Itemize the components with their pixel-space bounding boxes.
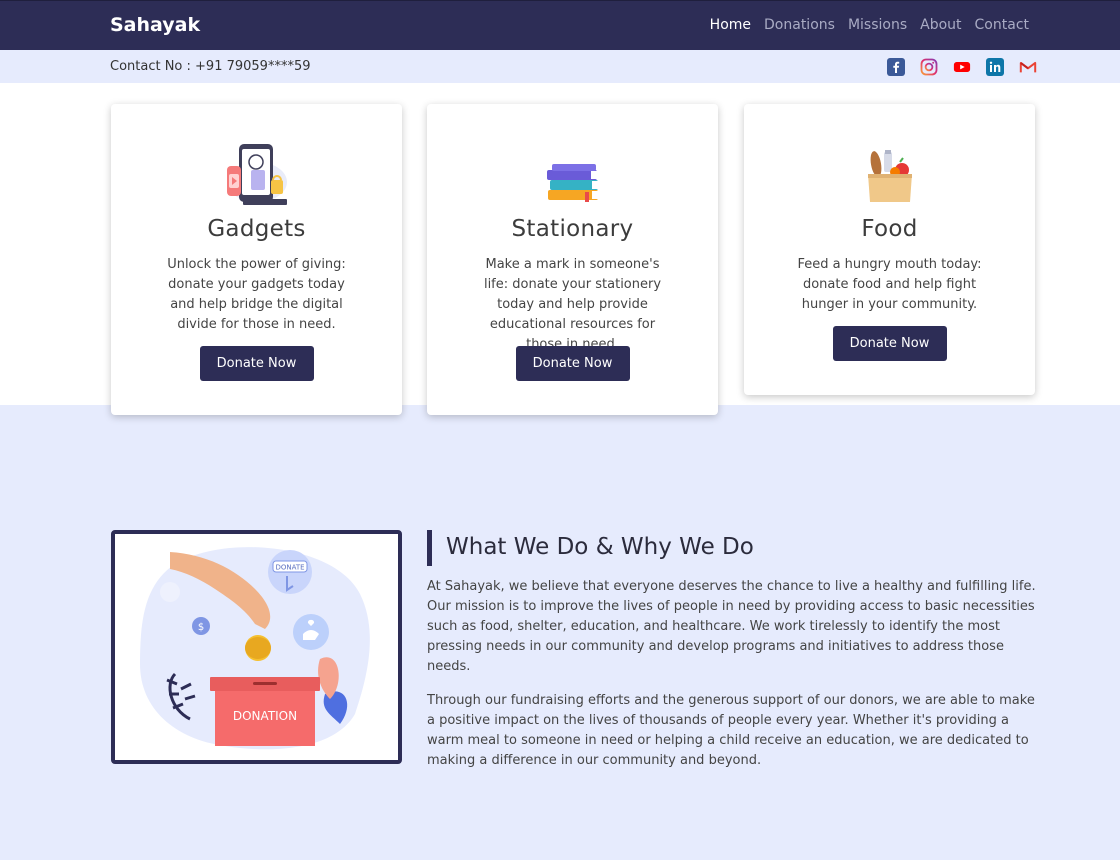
- card-gadgets: Gadgets Unlock the power of giving: dona…: [111, 104, 402, 415]
- nav-about[interactable]: About: [920, 17, 961, 33]
- heading-accent-bar: [427, 530, 432, 566]
- card-title: Gadgets: [207, 216, 306, 242]
- about-paragraph-2: Through our fundraising efforts and the …: [427, 693, 1035, 768]
- card-description: Make a mark in someone's life: donate yo…: [483, 257, 662, 352]
- navbar: Sahayak Home Donations Missions About Co…: [0, 0, 1120, 50]
- about-paragraph-1: At Sahayak, we believe that everyone des…: [427, 579, 1036, 674]
- youtube-icon[interactable]: [953, 58, 971, 76]
- donate-bubble-label: DONATE: [275, 564, 304, 572]
- card-title: Food: [861, 216, 918, 242]
- facebook-icon[interactable]: [887, 58, 905, 76]
- card-description: Feed a hungry mouth today: donate food a…: [797, 257, 982, 312]
- svg-text:$: $: [198, 622, 204, 633]
- card-stationary: Stationary Make a mark in someone's life…: [427, 104, 718, 415]
- donation-box-label: DONATION: [233, 709, 297, 723]
- card-food: Food Feed a hungry mouth today: donate f…: [744, 104, 1035, 395]
- linkedin-icon[interactable]: [986, 58, 1004, 76]
- nav-contact[interactable]: Contact: [975, 17, 1029, 33]
- books-icon: [544, 162, 602, 208]
- nav-home[interactable]: Home: [710, 17, 751, 33]
- donate-now-button[interactable]: Donate Now: [832, 326, 947, 361]
- grocery-bag-icon: [864, 148, 916, 208]
- nav-links: Home Donations Missions About Contact: [710, 17, 1029, 33]
- nav-missions[interactable]: Missions: [848, 17, 907, 33]
- card-description: Unlock the power of giving: donate your …: [167, 257, 346, 332]
- about-heading: What We Do & Why We Do: [446, 534, 754, 560]
- gmail-icon[interactable]: [1019, 58, 1037, 76]
- contact-bar: Contact No : +91 79059****59: [0, 50, 1120, 83]
- contact-number: Contact No : +91 79059****59: [110, 59, 311, 74]
- card-title: Stationary: [511, 216, 634, 242]
- social-links: [887, 58, 1037, 76]
- donate-now-button[interactable]: Donate Now: [515, 346, 630, 381]
- brand-logo[interactable]: Sahayak: [110, 14, 200, 36]
- gadgets-icon: [223, 142, 291, 212]
- instagram-icon[interactable]: [920, 58, 938, 76]
- donation-illustration: DONATE $ DONATION: [111, 530, 402, 764]
- nav-donations[interactable]: Donations: [764, 17, 835, 33]
- donate-now-button[interactable]: Donate Now: [199, 346, 314, 381]
